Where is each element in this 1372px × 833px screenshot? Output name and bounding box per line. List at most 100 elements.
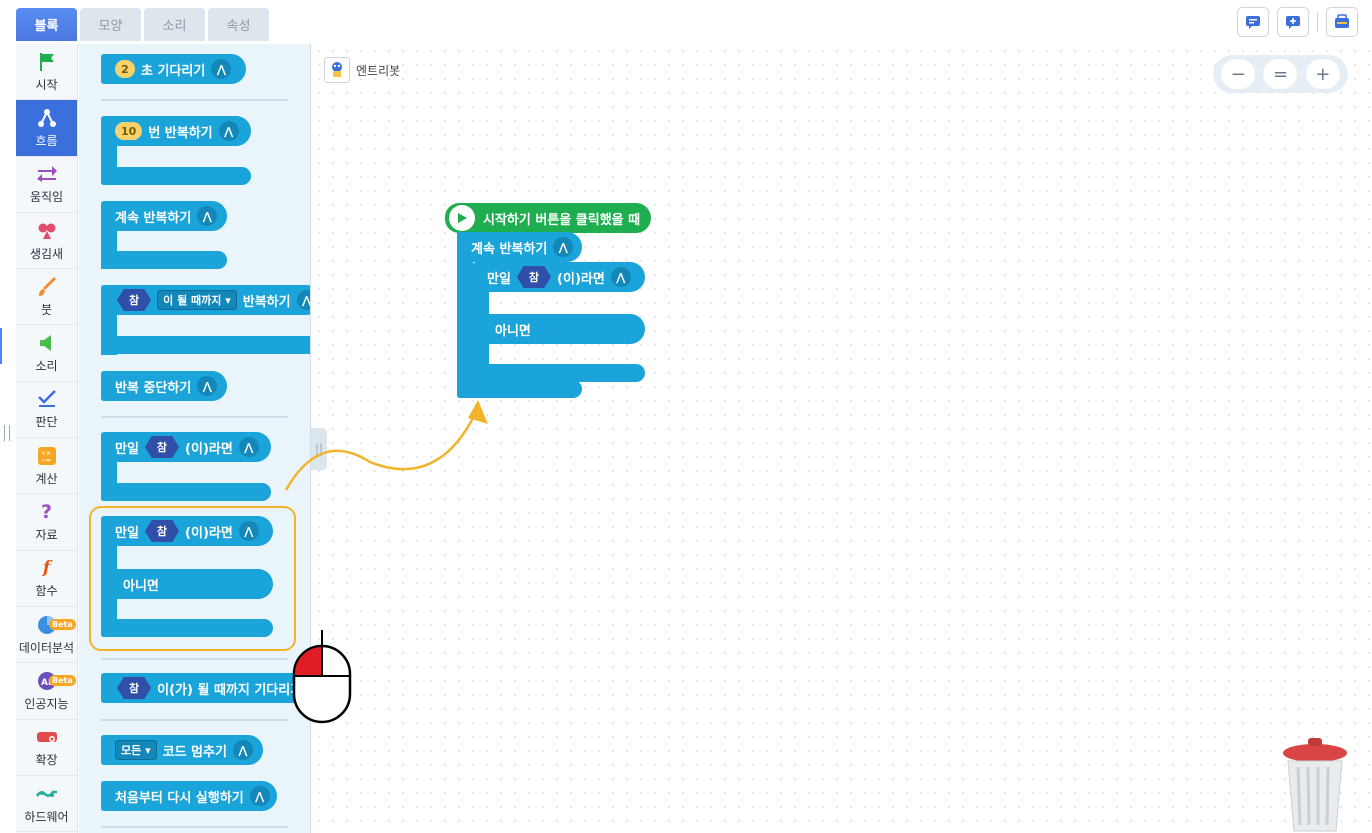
category-start[interactable]: 시작 [16, 44, 77, 101]
category-ai[interactable]: AI Beta 인공지능 [16, 663, 77, 720]
block-c-foot [101, 336, 310, 354]
calculator-icon: +× −= [36, 445, 58, 467]
canvas-if-else-block[interactable]: 만일 참 (이)라면 ⋀ [473, 262, 645, 292]
block-label: 초 기다리기 [141, 63, 206, 79]
category-looks[interactable]: 생김새 [16, 213, 77, 270]
category-data-analysis[interactable]: Beta 데이터분석 [16, 607, 77, 664]
stop-code-block[interactable]: 모든 ▾ 코드 멈추기 ⋀ [101, 735, 263, 765]
zoom-in-button[interactable]: + [1305, 59, 1340, 89]
tab-shapes[interactable]: 모양 [80, 8, 141, 41]
entrybot-icon [324, 57, 350, 83]
category-label: 데이터분석 [18, 640, 75, 655]
category-sound[interactable]: 소리 [16, 325, 77, 382]
condition-slot[interactable]: 참 [117, 677, 152, 699]
backpack-icon [1335, 14, 1349, 28]
category-function[interactable]: f 함수 [16, 551, 77, 607]
extension-icon [36, 726, 58, 748]
category-data[interactable]: ? 자료 [16, 494, 77, 551]
trash-can-icon[interactable] [1280, 737, 1350, 833]
flow-icon [36, 107, 58, 129]
condition-slot[interactable]: 참 [117, 289, 152, 311]
backpack-button[interactable] [1326, 7, 1358, 37]
category-label: 붓 [40, 302, 53, 317]
zoom-controls: − = + [1213, 55, 1348, 93]
beta-badge: Beta [49, 618, 76, 630]
if-label: 만일 [115, 441, 139, 457]
comment-icon [1246, 16, 1260, 29]
category-label: 생김새 [29, 246, 64, 261]
category-label: 함수 [35, 584, 58, 599]
category-label: 하드웨어 [24, 809, 69, 824]
canvas-else-section: 아니면 [473, 314, 645, 344]
category-label: 소리 [35, 359, 58, 374]
tab-properties[interactable]: 속성 [208, 8, 269, 41]
add-comment-icon [1286, 16, 1300, 29]
shapes-icon [36, 220, 58, 242]
flow-icon: ⋀ [238, 437, 259, 457]
break-loop-block[interactable]: 반복 중단하기 ⋀ [101, 371, 227, 401]
category-brush[interactable]: 붓 [16, 269, 77, 326]
tab-blocks[interactable]: 블록 [16, 8, 77, 41]
block-c-arm [457, 260, 473, 390]
seconds-input[interactable]: 2 [115, 60, 135, 78]
wait-seconds-block[interactable]: 2 초 기다리기 ⋀ [101, 54, 246, 84]
category-flow[interactable]: 흐름 [16, 100, 77, 157]
then-label: (이)라면 [185, 441, 233, 457]
repeat-count-input[interactable]: 10 [115, 122, 143, 140]
palette-divider [101, 658, 288, 660]
canvas-repeat-forever-block[interactable]: 계속 반복하기 ⋀ [457, 232, 582, 262]
flow-icon: ⋀ [232, 740, 253, 760]
left-edge-indicator [0, 328, 2, 364]
condition-slot[interactable]: 참 [516, 266, 552, 288]
block-c-foot [101, 251, 227, 269]
hardware-icon [35, 783, 58, 805]
then-label: (이)라면 [557, 271, 605, 287]
zoom-reset-button[interactable]: = [1263, 59, 1298, 89]
tab-sounds[interactable]: 소리 [144, 8, 205, 41]
zoom-out-button[interactable]: − [1221, 59, 1256, 89]
palette-divider [101, 416, 288, 418]
condition-slot[interactable]: 참 [144, 436, 180, 458]
check-icon [36, 388, 58, 410]
mouse-click-icon [292, 630, 352, 724]
add-comment-button[interactable] [1277, 7, 1309, 37]
top-right-toolbar [1237, 7, 1358, 37]
comment-button[interactable] [1237, 7, 1269, 37]
until-dropdown[interactable]: 이 될 때까지 ▾ [157, 290, 237, 310]
tab-bar: 블록 모양 소리 속성 [16, 8, 269, 41]
category-movement[interactable]: 움직임 [16, 157, 77, 213]
wait-until-block[interactable]: 참 이(가) 될 때까지 기다리기 [101, 673, 310, 703]
block-label: 시작하기 버튼을 클릭했을 때 [483, 212, 641, 228]
toolbar-divider [1317, 12, 1318, 32]
block-label: 계속 반복하기 [115, 210, 192, 226]
beta-badge: Beta [49, 675, 76, 687]
restart-block[interactable]: 처음부터 다시 실행하기 ⋀ [101, 781, 277, 811]
repeat-until-block[interactable]: 참 이 될 때까지 ▾ 반복하기 ⋀ [101, 285, 310, 315]
category-label: 자료 [35, 528, 58, 543]
block-c-foot [101, 167, 251, 185]
palette-divider [101, 99, 288, 101]
left-resize-handle[interactable] [4, 425, 10, 441]
stop-target-dropdown[interactable]: 모든 ▾ [115, 740, 157, 760]
drag-highlight-box [89, 506, 296, 651]
block-c-foot [101, 483, 271, 501]
category-hardware[interactable]: 하드웨어 [16, 776, 77, 833]
category-calculation[interactable]: +× −= 계산 [16, 438, 77, 495]
flow-icon: ⋀ [197, 376, 218, 396]
block-label: 반복 중단하기 [115, 380, 192, 396]
repeat-forever-block[interactable]: 계속 반복하기 ⋀ [101, 201, 227, 231]
if-then-block[interactable]: 만일 참 (이)라면 ⋀ [101, 432, 271, 462]
flow-icon: ⋀ [218, 121, 239, 141]
repeat-n-block[interactable]: 10 번 반복하기 ⋀ [101, 116, 251, 146]
category-label: 인공지능 [24, 696, 69, 711]
category-judgment[interactable]: 판단 [16, 382, 77, 439]
when-start-clicked-block[interactable]: 시작하기 버튼을 클릭했을 때 [445, 203, 651, 233]
block-label: 반복하기 [242, 294, 291, 310]
category-extension[interactable]: 확장 [16, 720, 77, 776]
svg-text:+×: +× [41, 450, 51, 457]
palette-divider [101, 719, 288, 721]
category-sidebar: 시작 흐름 움직임 생김새 붓 소리 판단 +× −= 계산 ? 자료 f 함수 … [16, 44, 78, 833]
object-tag: 엔트리봇 [324, 57, 400, 83]
svg-text:−=: −= [41, 457, 51, 464]
block-label: 처음부터 다시 실행하기 [115, 790, 244, 806]
